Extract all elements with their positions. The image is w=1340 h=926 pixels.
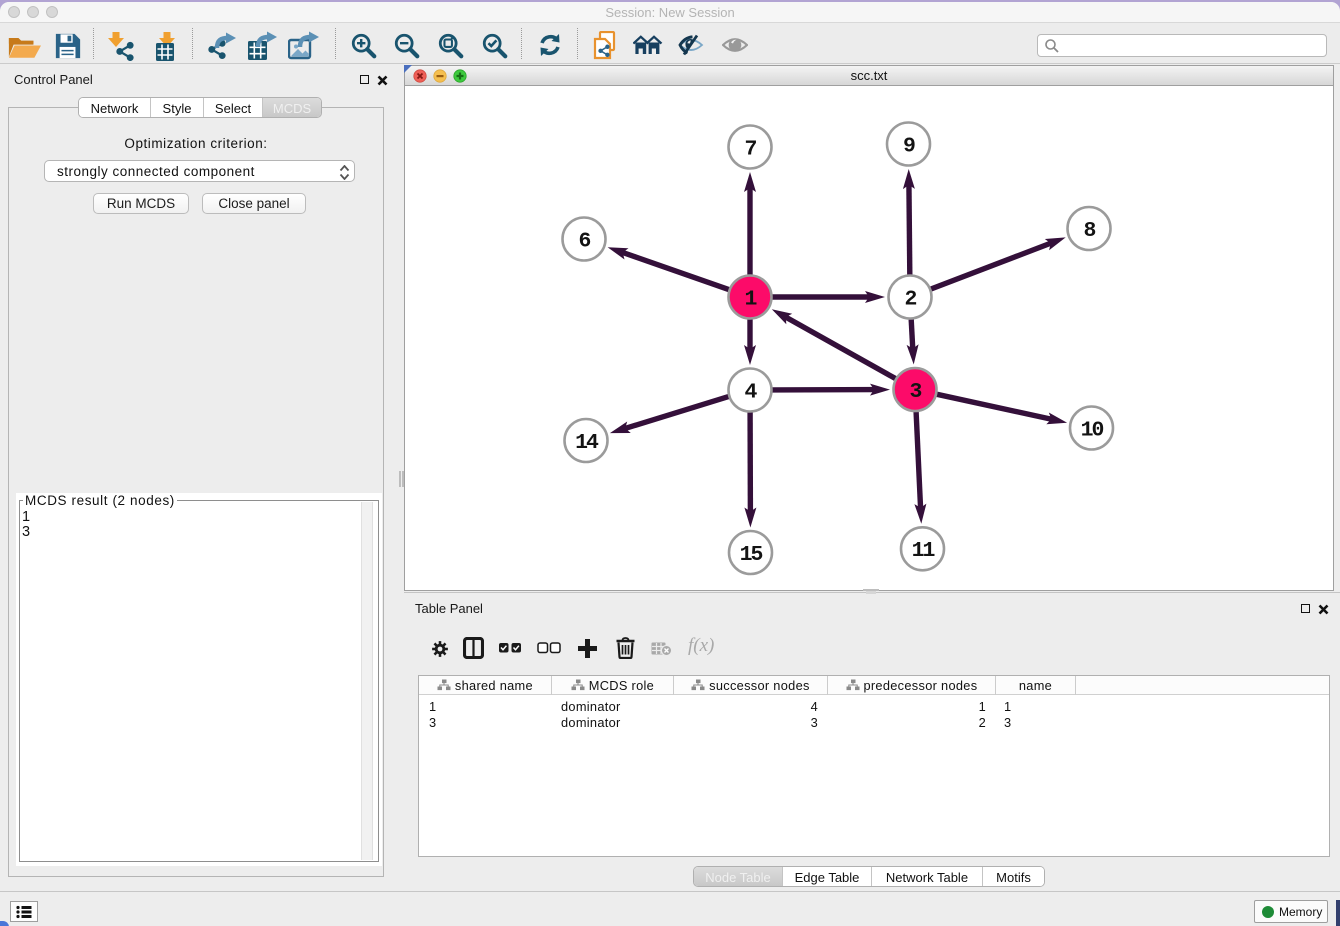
- svg-text:8: 8: [1084, 219, 1096, 243]
- svg-text:7: 7: [745, 137, 757, 161]
- svg-text:15: 15: [740, 543, 763, 567]
- svg-text:1: 1: [745, 287, 757, 311]
- svg-text:14: 14: [575, 431, 599, 455]
- svg-text:3: 3: [910, 380, 922, 404]
- svg-text:6: 6: [579, 229, 591, 253]
- svg-text:10: 10: [1081, 418, 1104, 442]
- svg-text:11: 11: [912, 539, 935, 563]
- svg-text:2: 2: [905, 287, 917, 311]
- svg-text:9: 9: [903, 134, 915, 158]
